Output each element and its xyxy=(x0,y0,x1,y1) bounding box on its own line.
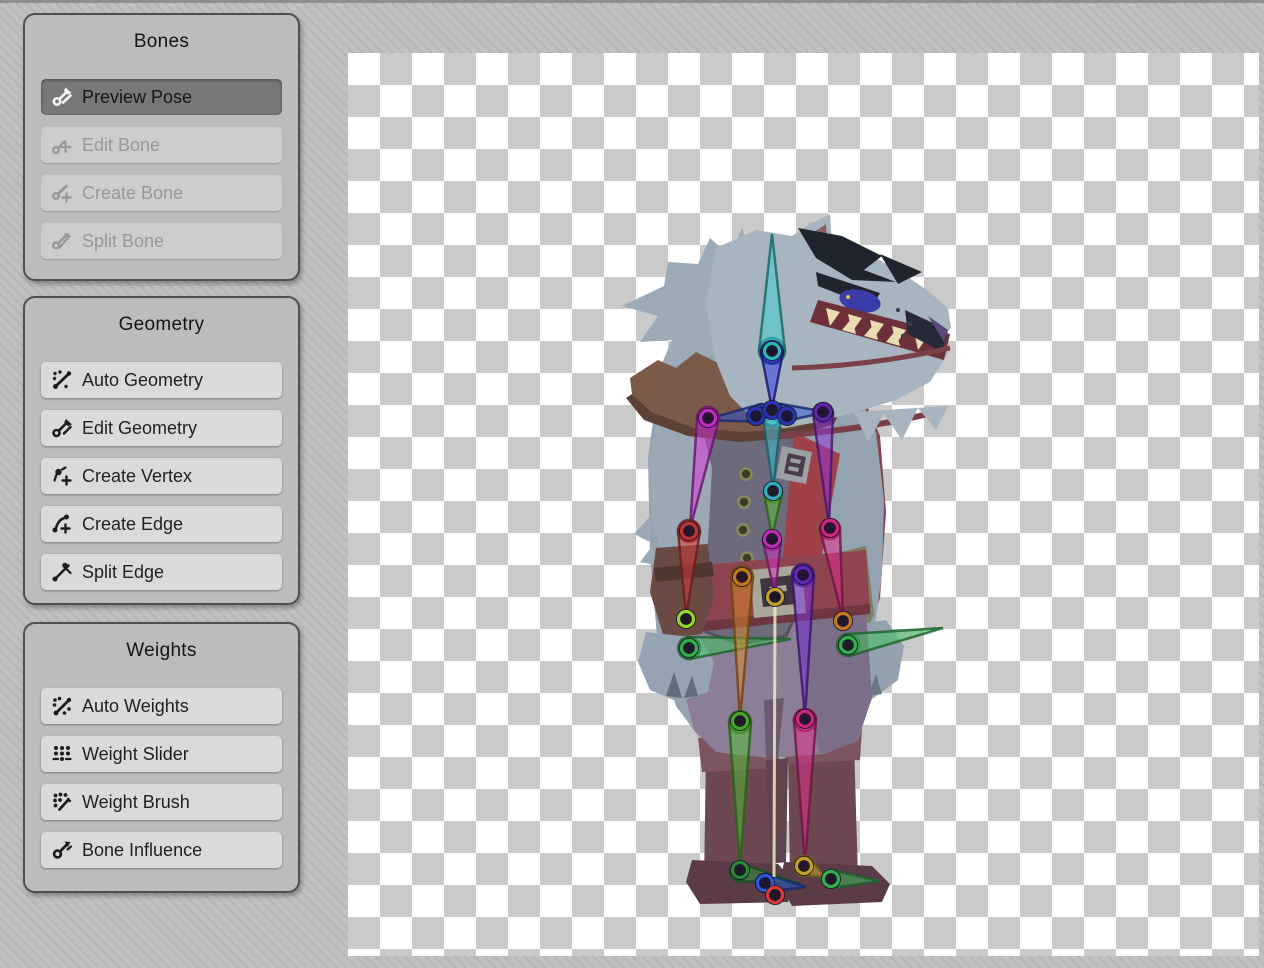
joint-chest-right xyxy=(777,406,797,426)
create-vertex-icon xyxy=(51,465,73,487)
bone-influence-button[interactable]: Bone Influence xyxy=(41,832,282,868)
create-vertex-button[interactable]: Create Vertex xyxy=(41,458,282,494)
geometry-panel-title: Geometry xyxy=(25,314,298,336)
button-label: Auto Weights xyxy=(82,696,189,717)
window-top-strip xyxy=(0,0,1264,3)
create-bone-icon xyxy=(51,182,73,204)
joint-foot-right xyxy=(821,869,841,889)
button-label: Create Vertex xyxy=(82,466,192,487)
weights-panel: Weights Auto Weights Weight Slider Weigh… xyxy=(23,622,300,893)
joint-ankle-right xyxy=(794,856,814,876)
weights-panel-title: Weights xyxy=(25,640,298,662)
button-label: Weight Slider xyxy=(82,744,189,765)
joint-shoulder-left xyxy=(698,408,718,428)
joint-ankle-left xyxy=(730,860,750,880)
joint-hip-right xyxy=(793,565,813,585)
joint-knee-right xyxy=(795,709,815,729)
button-label: Preview Pose xyxy=(82,87,192,108)
preview-pose-button[interactable]: Preview Pose xyxy=(41,79,282,115)
bone-influence-icon xyxy=(51,839,73,861)
joint-belly xyxy=(763,481,783,501)
joint-hand-right xyxy=(838,635,858,655)
button-label: Edit Bone xyxy=(82,135,160,156)
bones-panel: Bones Preview Pose Edit Bone Create Bone… xyxy=(23,13,300,281)
split-edge-button[interactable]: Split Edge xyxy=(41,554,282,590)
create-edge-button[interactable]: Create Edge xyxy=(41,506,282,542)
joint-wrist-left xyxy=(676,609,696,629)
joint-hand-left xyxy=(679,638,699,658)
edit-geometry-icon xyxy=(51,417,73,439)
auto-weights-icon xyxy=(51,695,73,717)
button-label: Weight Brush xyxy=(82,792,190,813)
edit-bone-button[interactable]: Edit Bone xyxy=(41,127,282,163)
button-label: Create Bone xyxy=(82,183,183,204)
werewolf-sprite xyxy=(622,214,951,906)
joint-elbow-left xyxy=(679,521,699,541)
weight-slider-button[interactable]: Weight Slider xyxy=(41,736,282,772)
sprite-canvas[interactable] xyxy=(348,53,1259,956)
joint-waist xyxy=(762,529,782,549)
button-label: Split Bone xyxy=(82,231,164,252)
bones-panel-title: Bones xyxy=(25,31,298,53)
weight-slider-icon xyxy=(51,743,73,765)
skinning-editor-window: { "background": { "hatch_base": "#c0c0c0… xyxy=(0,0,1264,968)
auto-weights-button[interactable]: Auto Weights xyxy=(41,688,282,724)
edit-geometry-button[interactable]: Edit Geometry xyxy=(41,410,282,446)
scene-svg xyxy=(348,53,1259,956)
joint-knee-left xyxy=(730,711,750,731)
auto-geometry-icon xyxy=(51,369,73,391)
geometry-panel: Geometry Auto Geometry Edit Geometry Cre… xyxy=(23,296,300,605)
split-bone-icon xyxy=(51,230,73,252)
joint-neck xyxy=(762,341,782,361)
weight-brush-icon xyxy=(51,791,73,813)
split-bone-button[interactable]: Split Bone xyxy=(41,223,282,259)
preview-pose-icon xyxy=(51,86,73,108)
edit-bone-icon xyxy=(51,134,73,156)
button-label: Create Edge xyxy=(82,514,183,535)
weight-brush-button[interactable]: Weight Brush xyxy=(41,784,282,820)
create-edge-icon xyxy=(51,513,73,535)
joint-wrist-right xyxy=(833,611,853,631)
split-edge-icon xyxy=(51,561,73,583)
button-label: Auto Geometry xyxy=(82,370,203,391)
auto-geometry-button[interactable]: Auto Geometry xyxy=(41,362,282,398)
joint-foot-root xyxy=(765,885,785,905)
button-label: Split Edge xyxy=(82,562,164,583)
joint-shoulder-right xyxy=(813,402,833,422)
joint-hip-left xyxy=(732,567,752,587)
button-label: Bone Influence xyxy=(82,840,202,861)
joint-elbow-right xyxy=(820,518,840,538)
joint-pelvis xyxy=(765,587,785,607)
bone-root-guide xyxy=(774,599,775,877)
button-label: Edit Geometry xyxy=(82,418,197,439)
create-bone-button[interactable]: Create Bone xyxy=(41,175,282,211)
